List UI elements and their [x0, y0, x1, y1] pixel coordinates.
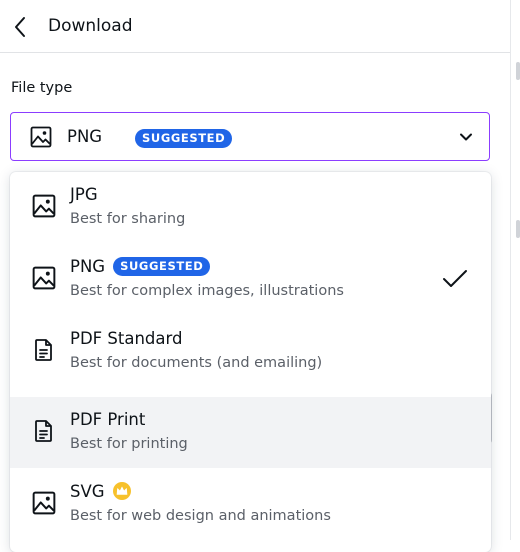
suggested-badge: SUGGESTED: [135, 129, 233, 148]
option-svg[interactable]: SVG Best for web design and animations: [10, 469, 491, 540]
scrollbar-mark: [516, 62, 520, 80]
image-icon: [32, 194, 56, 218]
scrollbar-mark: [516, 220, 520, 238]
chevron-down-icon: [460, 133, 472, 141]
document-icon: [35, 420, 52, 442]
option-desc: Best for documents (and emailing): [70, 355, 323, 371]
option-name: JPG: [70, 184, 98, 204]
option-desc: Best for web design and animations: [70, 508, 331, 524]
document-icon: [35, 339, 52, 361]
download-panel: Download File type PNG SUGGESTED JPG Bes…: [0, 0, 510, 552]
option-jpg[interactable]: JPG Best for sharing: [10, 172, 491, 243]
page-title: Download: [48, 16, 133, 36]
back-button[interactable]: [6, 12, 34, 42]
option-name: PDF Print: [70, 409, 146, 429]
panel-header: Download: [0, 0, 510, 53]
file-type-select[interactable]: PNG SUGGESTED: [10, 112, 490, 161]
suggested-badge: SUGGESTED: [113, 256, 211, 276]
option-pdf-standard[interactable]: PDF Standard Best for documents (and ema…: [10, 316, 491, 387]
option-desc: Best for complex images, illustrations: [70, 283, 344, 299]
option-png[interactable]: PNG SUGGESTED Best for complex images, i…: [10, 244, 491, 315]
option-name: PDF Standard: [70, 328, 183, 348]
scrollbar-track[interactable]: [510, 0, 520, 540]
checkmark-icon: [443, 270, 467, 287]
selected-file-type: PNG: [67, 127, 103, 146]
option-desc: Best for printing: [70, 436, 188, 452]
option-name: SVG: [70, 481, 105, 501]
file-type-menu: JPG Best for sharing PNG SUGGESTED Best …: [10, 172, 491, 552]
option-pdf-print[interactable]: PDF Print Best for printing: [10, 397, 491, 468]
image-icon: [32, 266, 56, 290]
image-icon: [30, 126, 52, 148]
option-desc: Best for sharing: [70, 211, 186, 227]
image-icon: [32, 491, 56, 515]
file-type-label: File type: [11, 80, 73, 96]
chevron-left-icon: [15, 17, 25, 37]
option-name: PNG: [70, 256, 106, 276]
crown-icon: [112, 482, 131, 500]
